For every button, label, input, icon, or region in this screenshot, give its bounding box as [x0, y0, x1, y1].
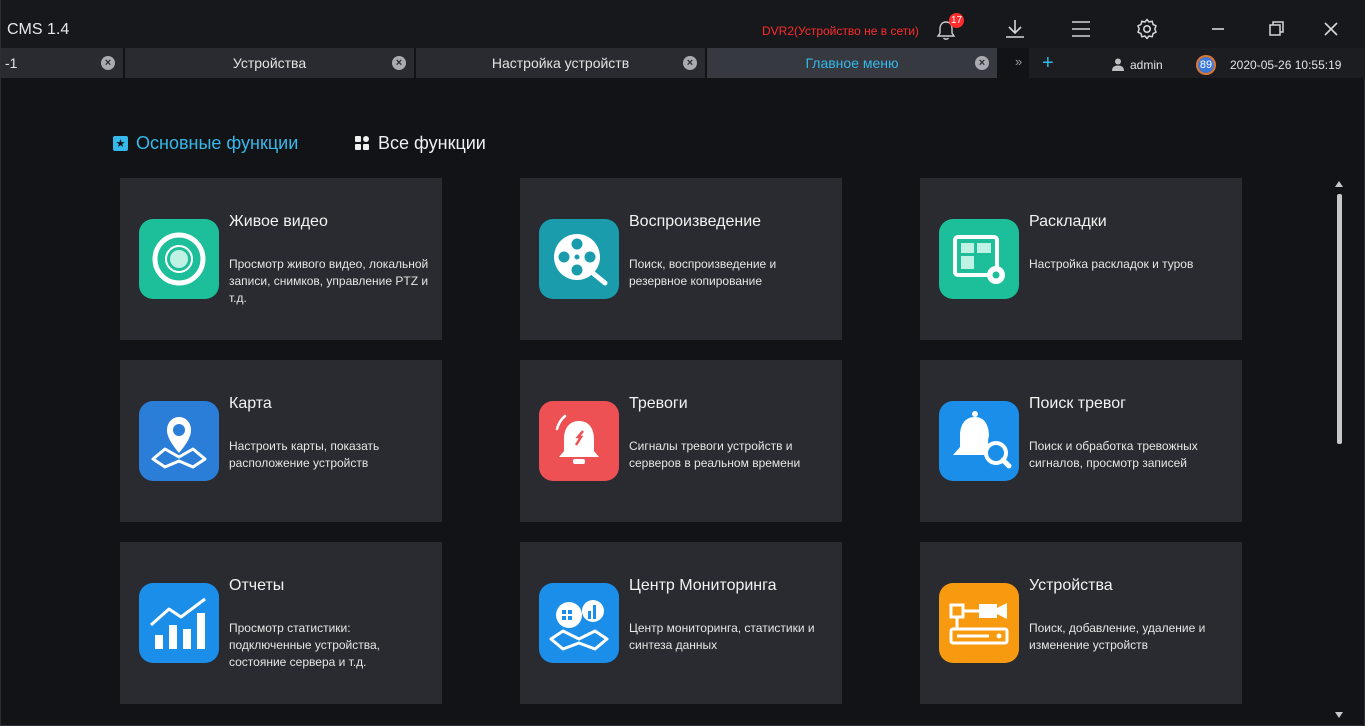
tab-label: Устройства	[232, 55, 307, 71]
tab-main-menu[interactable]: Главное меню ×	[707, 48, 997, 78]
section-label: Все функции	[378, 133, 486, 153]
layout-settings-icon	[939, 219, 1019, 299]
user-icon	[1112, 58, 1124, 71]
card-reports[interactable]: Отчеты Просмотр статистики: подключенные…	[120, 542, 442, 704]
card-description: Настройка раскладок и туров	[1029, 257, 1194, 271]
gear-icon[interactable]	[1135, 17, 1159, 41]
cpu-usage-badge: 89	[1196, 55, 1216, 75]
current-user[interactable]: admin	[1130, 58, 1163, 72]
tab-close-icon[interactable]: ×	[392, 56, 406, 70]
card-title: Отчеты	[229, 577, 285, 594]
alarm-search-icon	[939, 401, 1019, 481]
tab-label: Настройка устройств	[491, 55, 630, 71]
alarm-bell-icon	[539, 401, 619, 481]
card-title: Живое видео	[229, 213, 328, 230]
card-description: Просмотр статистики: подключенные устрой…	[229, 621, 381, 669]
download-icon[interactable]	[1003, 17, 1027, 41]
title-bar: CMS 1.4 DVR2(Устройство не в сети) 17	[1, 0, 1365, 48]
tab-partial[interactable]: -1 ×	[1, 48, 123, 78]
film-reel-icon	[539, 219, 619, 299]
card-description: Сигналы тревоги устройств и серверов в р…	[629, 439, 801, 470]
grid-icon	[355, 136, 370, 151]
scrollbar-thumb[interactable]	[1337, 194, 1342, 444]
minimize-icon[interactable]	[1206, 17, 1230, 41]
card-title: Центр Мониторинга	[629, 577, 777, 594]
scroll-up-arrow[interactable]	[1335, 181, 1343, 187]
map-pin-icon	[139, 401, 219, 481]
card-description: Настроить карты, показать расположение у…	[229, 439, 380, 470]
tab-close-icon[interactable]: ×	[975, 56, 989, 70]
card-map[interactable]: Карта Настроить карты, показать располож…	[120, 360, 442, 522]
tab-close-icon[interactable]: ×	[683, 56, 697, 70]
card-title: Воспроизведение	[629, 213, 762, 230]
card-layouts[interactable]: Раскладки Настройка раскладок и туров	[920, 178, 1242, 340]
card-description: Поиск и обработка тревожных сигналов, пр…	[1029, 439, 1198, 470]
card-description: Центр мониторинга, статистики и синтеза …	[629, 621, 815, 652]
star-icon: ★	[113, 136, 128, 151]
card-description: Поиск, добавление, удаление и изменение …	[1029, 621, 1206, 652]
cms-window: CMS 1.4 DVR2(Устройство не в сети) 17 -1…	[0, 0, 1365, 726]
card-title: Устройства	[1029, 577, 1113, 594]
menu-icon[interactable]	[1069, 17, 1093, 41]
card-description: Просмотр живого видео, локальной записи,…	[229, 257, 429, 305]
card-title: Карта	[229, 395, 272, 412]
section-label: Основные функции	[136, 133, 299, 153]
section-all-functions[interactable]: Все функции	[355, 133, 486, 154]
tab-device-settings[interactable]: Настройка устройств ×	[416, 48, 705, 78]
live-video-icon	[139, 219, 219, 299]
restore-icon[interactable]	[1264, 17, 1288, 41]
card-devices[interactable]: Устройства Поиск, добавление, удаление и…	[920, 542, 1242, 704]
scroll-down-arrow[interactable]	[1335, 712, 1343, 718]
close-icon[interactable]	[1319, 17, 1343, 41]
monitoring-center-icon	[539, 583, 619, 663]
card-title: Поиск тревог	[1029, 395, 1126, 412]
tab-close-icon[interactable]: ×	[101, 56, 115, 70]
statistics-chart-icon	[139, 583, 219, 663]
card-monitoring-center[interactable]: Центр Мониторинга Центр мониторинга, ста…	[520, 542, 842, 704]
tab-overflow-button[interactable]: »	[1015, 54, 1022, 69]
clock: 2020-05-26 10:55:19	[1230, 58, 1342, 72]
card-description: Поиск, воспроизведение и резервное копир…	[629, 257, 777, 288]
devices-icon	[939, 583, 1019, 663]
tab-label: -1	[5, 55, 18, 71]
card-title: Раскладки	[1029, 213, 1107, 230]
card-playback[interactable]: Воспроизведение Поиск, воспроизведение и…	[520, 178, 842, 340]
device-offline-notice[interactable]: DVR2(Устройство не в сети)	[762, 24, 919, 38]
notification-count-badge: 17	[949, 13, 965, 28]
tab-label: Главное меню	[805, 55, 899, 71]
card-alarm-search[interactable]: Поиск тревог Поиск и обработка тревожных…	[920, 360, 1242, 522]
add-tab-button[interactable]: +	[1042, 51, 1054, 75]
card-alarms[interactable]: Тревоги Сигналы тревоги устройств и серв…	[520, 360, 842, 522]
section-main-functions[interactable]: ★ Основные функции	[113, 133, 298, 154]
app-title: CMS 1.4	[7, 21, 70, 38]
card-title: Тревоги	[629, 395, 688, 412]
card-live-video[interactable]: Живое видео Просмотр живого видео, локал…	[120, 178, 442, 340]
tab-devices[interactable]: Устройства ×	[125, 48, 414, 78]
